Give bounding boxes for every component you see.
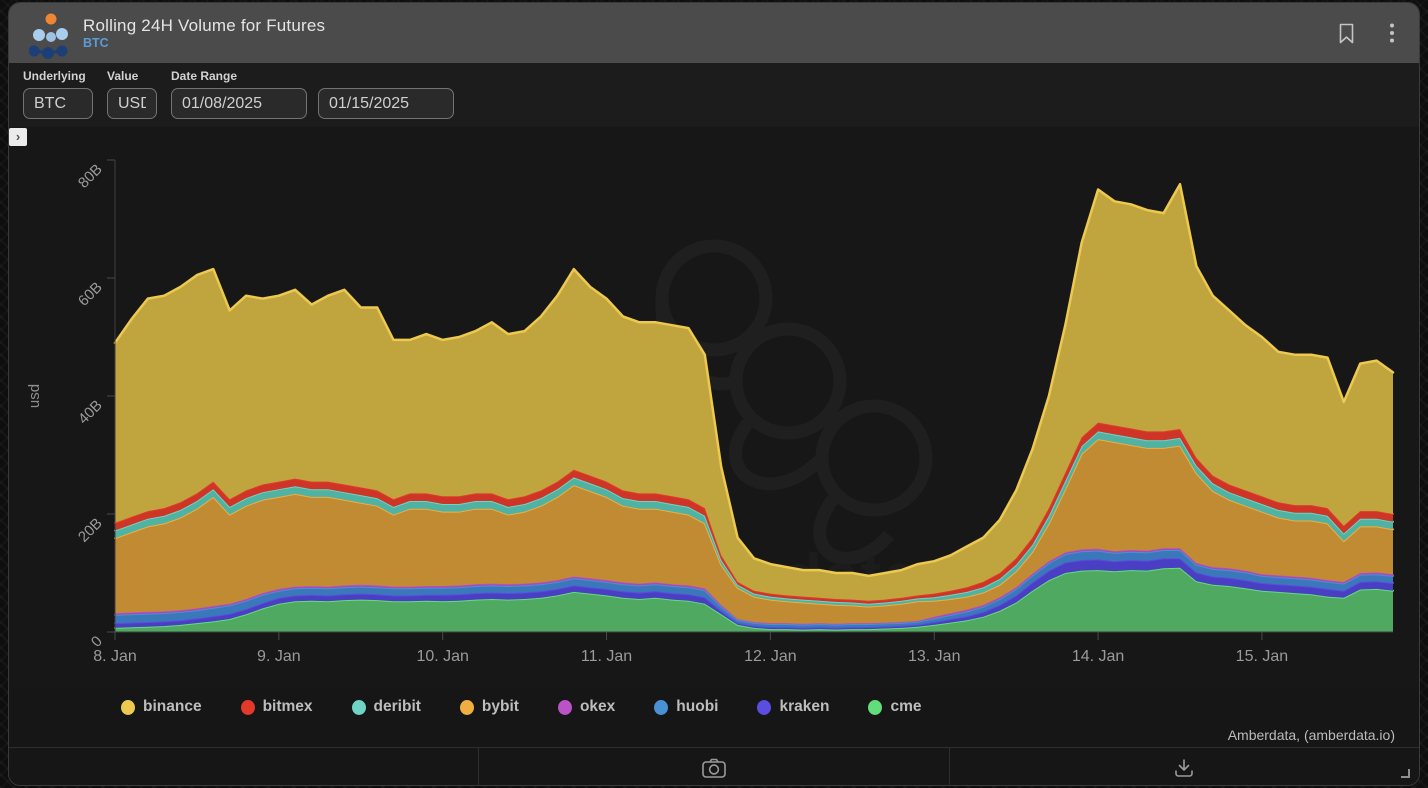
value-label: Value	[107, 69, 157, 83]
legend-marker-kraken	[757, 700, 771, 715]
svg-text:14. Jan: 14. Jan	[1072, 648, 1124, 665]
sidebar-expander-button[interactable]: ›	[9, 128, 27, 146]
svg-text:usd: usd	[26, 384, 43, 408]
svg-text:15. Jan: 15. Jan	[1236, 648, 1288, 665]
svg-text:20B: 20B	[75, 515, 106, 546]
date-start-input[interactable]	[171, 88, 307, 119]
legend-item-bybit[interactable]: bybit	[460, 698, 519, 716]
bookmark-button[interactable]	[1334, 19, 1359, 48]
screenshot-button[interactable]	[478, 748, 948, 786]
kebab-menu-icon	[1389, 22, 1395, 44]
legend-marker-cme	[868, 700, 882, 715]
legend-marker-okex	[558, 700, 572, 715]
attribution-text: Amberdata, (amberdata.io)	[9, 727, 1419, 747]
svg-text:40B: 40B	[75, 397, 106, 428]
svg-text:8. Jan: 8. Jan	[93, 648, 137, 665]
legend-label: bitmex	[263, 698, 313, 716]
svg-text:80B: 80B	[75, 161, 106, 192]
more-options-button[interactable]	[1385, 18, 1399, 48]
legend-item-cme[interactable]: cme	[868, 698, 921, 716]
value-control: Value	[107, 69, 157, 119]
legend-label: cme	[890, 698, 921, 716]
legend-label: binance	[143, 698, 202, 716]
svg-text:12. Jan: 12. Jan	[744, 648, 796, 665]
date-range-label: Date Range	[171, 69, 454, 83]
svg-text:13. Jan: 13. Jan	[908, 648, 960, 665]
legend-marker-bitmex	[241, 700, 255, 715]
camera-icon	[701, 757, 727, 779]
legend-label: huobi	[676, 698, 718, 716]
amberdata-logo-icon	[29, 10, 71, 60]
asset-subtitle-link[interactable]: BTC	[83, 36, 325, 52]
footer-cell-empty[interactable]	[9, 748, 478, 786]
query-controls: Underlying Value Date Range	[9, 63, 1419, 127]
legend-item-deribit[interactable]: deribit	[352, 698, 421, 716]
chart-widget: Rolling 24H Volume for Futures BTC Under…	[8, 2, 1420, 786]
value-input[interactable]	[107, 88, 157, 119]
legend-item-huobi[interactable]: huobi	[654, 698, 718, 716]
svg-text:9. Jan: 9. Jan	[257, 648, 301, 665]
download-button[interactable]	[949, 748, 1419, 786]
widget-header: Rolling 24H Volume for Futures BTC	[9, 3, 1419, 63]
legend-label: kraken	[779, 698, 829, 716]
legend-marker-deribit	[352, 700, 366, 715]
date-range-control: Date Range	[171, 69, 454, 119]
underlying-label: Underlying	[23, 69, 93, 83]
chevron-right-icon: ›	[16, 129, 20, 144]
underlying-control: Underlying	[23, 69, 93, 119]
legend-marker-bybit	[460, 700, 474, 715]
svg-text:11. Jan: 11. Jan	[581, 648, 632, 665]
legend-label: okex	[580, 698, 615, 716]
legend-label: deribit	[374, 698, 421, 716]
toolbar-footer	[9, 747, 1419, 786]
legend-item-bitmex[interactable]: bitmex	[241, 698, 313, 716]
download-icon	[1173, 758, 1195, 778]
legend-label: bybit	[482, 698, 519, 716]
underlying-input[interactable]	[23, 88, 93, 119]
legend-item-binance[interactable]: binance	[121, 698, 202, 716]
legend-item-kraken[interactable]: kraken	[757, 698, 829, 716]
legend-item-okex[interactable]: okex	[558, 698, 615, 716]
chart-svg[interactable]: amberdata020B40B60B80B8. Jan9. Jan10. Ja…	[9, 127, 1419, 687]
resize-handle[interactable]	[1401, 769, 1410, 778]
page-title: Rolling 24H Volume for Futures	[83, 15, 325, 36]
chart-plot-area[interactable]: amberdata020B40B60B80B8. Jan9. Jan10. Ja…	[9, 127, 1419, 687]
svg-text:60B: 60B	[75, 279, 106, 310]
bookmark-icon	[1338, 23, 1355, 44]
chart-legend: binance bitmex deribit bybit okex huobi kraken…	[9, 687, 1419, 727]
date-end-input[interactable]	[318, 88, 454, 119]
legend-marker-binance	[121, 700, 135, 715]
svg-text:10. Jan: 10. Jan	[416, 648, 468, 665]
legend-marker-huobi	[654, 700, 668, 715]
